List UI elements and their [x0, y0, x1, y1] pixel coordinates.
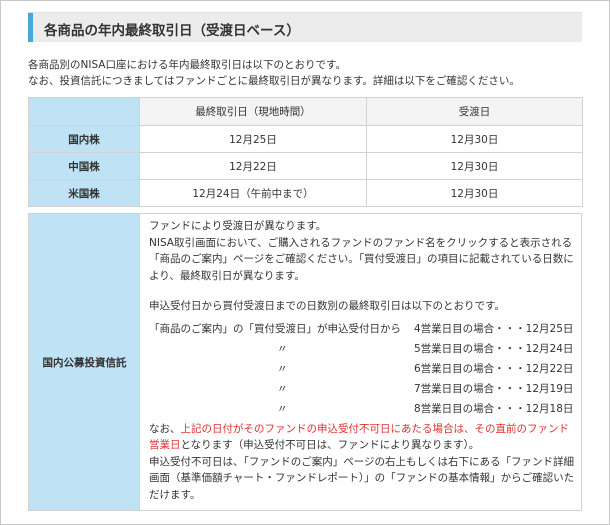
schedule-condition: 「商品のご案内」の「買付受渡日」が申込受付日から — [149, 322, 401, 335]
table-corner-cell — [28, 97, 140, 126]
fund-note: なお、上記の日付がそのファンドの申込受付不可日にあたる場合は、その直前のファンド… — [149, 421, 577, 454]
fund-paragraph-3: 申込受付日から買付受渡日までの日数別の最終取引日は以下のとおりです。 — [149, 300, 505, 312]
cell-settlement: 12月30日 — [366, 179, 583, 207]
row-label-domestic-stock: 国内株 — [28, 125, 140, 153]
fund-schedule: 「商品のご案内」の「買付受渡日」が申込受付日から 4営業日目の場合・・・12月2… — [149, 321, 577, 421]
fund-label: 国内公募投資信託 — [42, 357, 127, 369]
last-trade-date-table: 最終取引日（現地時間） 受渡日 国内株 12月25日 12月30日 中国株 12… — [28, 97, 583, 207]
header-accent-bar — [28, 13, 33, 42]
schedule-row: 〃 8営業日目の場合・・・12月18日 — [149, 401, 577, 421]
schedule-date: 6営業日目の場合・・・12月22日 — [414, 362, 574, 375]
fund-content: ファンドにより受渡日が異なります。 NISA取引画面において、ご購入されるファン… — [149, 218, 577, 503]
note-suffix: となります（申込受付不可日は、ファンドにより異なります）。 — [180, 439, 480, 451]
section-title: 各商品の年内最終取引日（受渡日ベース） — [44, 23, 300, 39]
table-row: 米国株 12月24日（午前中まで） 12月30日 — [28, 179, 583, 207]
table-row: 国内株 12月25日 12月30日 — [28, 125, 583, 153]
cell-last-trade: 12月22日 — [139, 152, 367, 180]
intro-text: 各商品別のNISA口座における年内最終取引日は以下のとおりです。 なお、投資信託… — [28, 57, 588, 89]
cell-settlement: 12月30日 — [366, 125, 583, 153]
schedule-row: 〃 5営業日目の場合・・・12月24日 — [149, 341, 577, 361]
schedule-condition-ditto: 〃 — [277, 402, 288, 415]
schedule-date: 8営業日目の場合・・・12月18日 — [414, 402, 574, 415]
column-header-settlement: 受渡日 — [366, 97, 583, 126]
schedule-condition-ditto: 〃 — [277, 382, 288, 395]
cell-settlement: 12月30日 — [366, 152, 583, 180]
fund-paragraph-1: ファンドにより受渡日が異なります。 — [149, 220, 327, 232]
cell-last-trade: 12月25日 — [139, 125, 367, 153]
fund-paragraph-2: NISA取引画面において、ご購入されるファンドのファンド名をクリックすると表示さ… — [149, 236, 574, 282]
table-row: 中国株 12月22日 12月30日 — [28, 152, 583, 180]
schedule-date: 4営業日目の場合・・・12月25日 — [414, 322, 574, 335]
note-prefix: なお、 — [149, 422, 181, 435]
column-header-last-trade: 最終取引日（現地時間） — [139, 97, 367, 126]
schedule-row: 「商品のご案内」の「買付受渡日」が申込受付日から 4営業日目の場合・・・12月2… — [149, 321, 577, 341]
schedule-condition-ditto: 〃 — [277, 342, 288, 355]
row-label-china-stock: 中国株 — [28, 152, 140, 180]
schedule-row: 〃 6営業日目の場合・・・12月22日 — [149, 361, 577, 381]
intro-line-1: 各商品別のNISA口座における年内最終取引日は以下のとおりです。 — [28, 59, 346, 71]
fund-section: 国内公募投資信託 ファンドにより受渡日が異なります。 NISA取引画面において、… — [28, 213, 582, 511]
row-label-us-stock: 米国株 — [28, 179, 140, 207]
section-header: 各商品の年内最終取引日（受渡日ベース） — [28, 12, 582, 42]
cell-last-trade: 12月24日（午前中まで） — [139, 179, 367, 207]
fund-label-cell: 国内公募投資信託 — [29, 214, 140, 510]
fund-paragraph-5: 申込受付不可日は、「ファンドのご案内」ページの右上もしくは右下にある「ファンド詳… — [149, 455, 575, 501]
schedule-date: 7営業日目の場合・・・12月19日 — [414, 382, 574, 395]
schedule-condition-ditto: 〃 — [277, 362, 288, 375]
intro-line-2: なお、投資信託につきましてはファンドごとに最終取引日が異なります。詳細は以下をご… — [28, 75, 520, 87]
table-header-row: 最終取引日（現地時間） 受渡日 — [28, 97, 583, 126]
schedule-date: 5営業日目の場合・・・12月24日 — [414, 342, 574, 355]
schedule-row: 〃 7営業日目の場合・・・12月19日 — [149, 381, 577, 401]
